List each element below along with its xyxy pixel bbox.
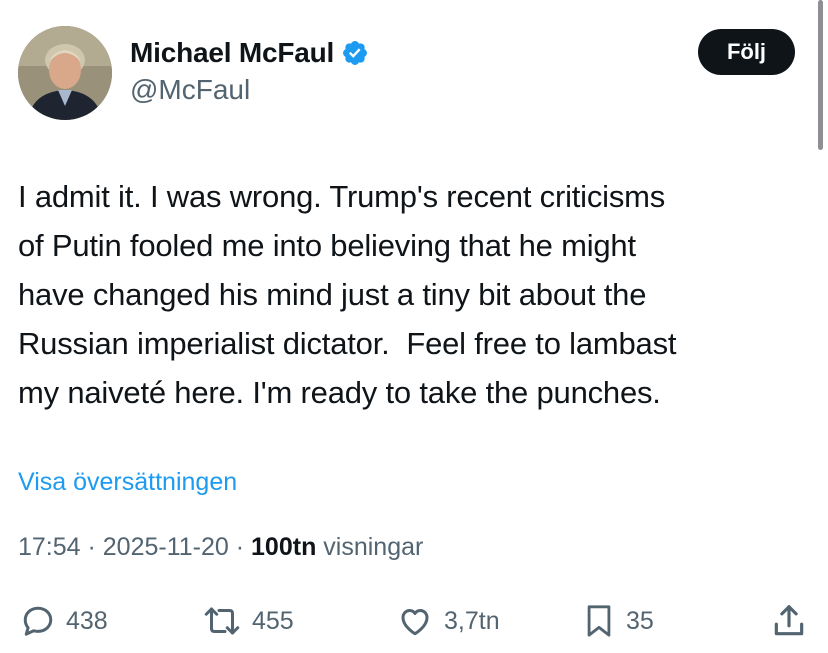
heart-icon	[396, 603, 434, 639]
author-display-name[interactable]: Michael McFaul	[130, 37, 334, 69]
tweet-time[interactable]: 17:54	[18, 533, 81, 561]
tweet-text: I admit it. I was wrong. Trump's recent …	[18, 179, 677, 410]
like-count: 3,7tn	[444, 606, 500, 635]
meta-separator: ·	[80, 533, 103, 561]
follow-button[interactable]: Följ	[698, 29, 795, 75]
reply-count: 438	[66, 606, 108, 635]
repost-icon	[202, 603, 242, 639]
views-count: 100tn	[251, 533, 317, 561]
action-bar: 438 455 3,7tn 35	[0, 596, 828, 646]
avatar[interactable]	[18, 26, 112, 120]
bookmark-icon	[582, 602, 616, 640]
share-button[interactable]	[770, 596, 808, 646]
tweet: Michael McFaul @McFaul Följ I admit it. …	[0, 0, 828, 653]
tweet-meta: 17:54 · 2025-11-20 · 100tn visningar	[18, 533, 423, 562]
reply-button[interactable]: 438	[20, 596, 108, 646]
author-name-row: Michael McFaul	[130, 34, 369, 72]
bookmark-button[interactable]: 35	[582, 596, 654, 646]
author-handle[interactable]: @McFaul	[130, 74, 250, 106]
bookmark-count: 35	[626, 606, 654, 635]
scrollbar[interactable]	[818, 0, 823, 150]
meta-separator: ·	[228, 533, 252, 561]
verified-badge-icon	[341, 39, 369, 67]
reply-icon	[20, 603, 56, 639]
share-icon	[770, 602, 808, 640]
views-label: visningar	[316, 533, 424, 561]
repost-count: 455	[252, 606, 294, 635]
like-button[interactable]: 3,7tn	[396, 596, 500, 646]
tweet-date[interactable]: 2025-11-20	[103, 533, 229, 561]
translate-link[interactable]: Visa översättningen	[18, 468, 237, 497]
avatar-photo	[18, 26, 112, 120]
repost-button[interactable]: 455	[202, 596, 294, 646]
